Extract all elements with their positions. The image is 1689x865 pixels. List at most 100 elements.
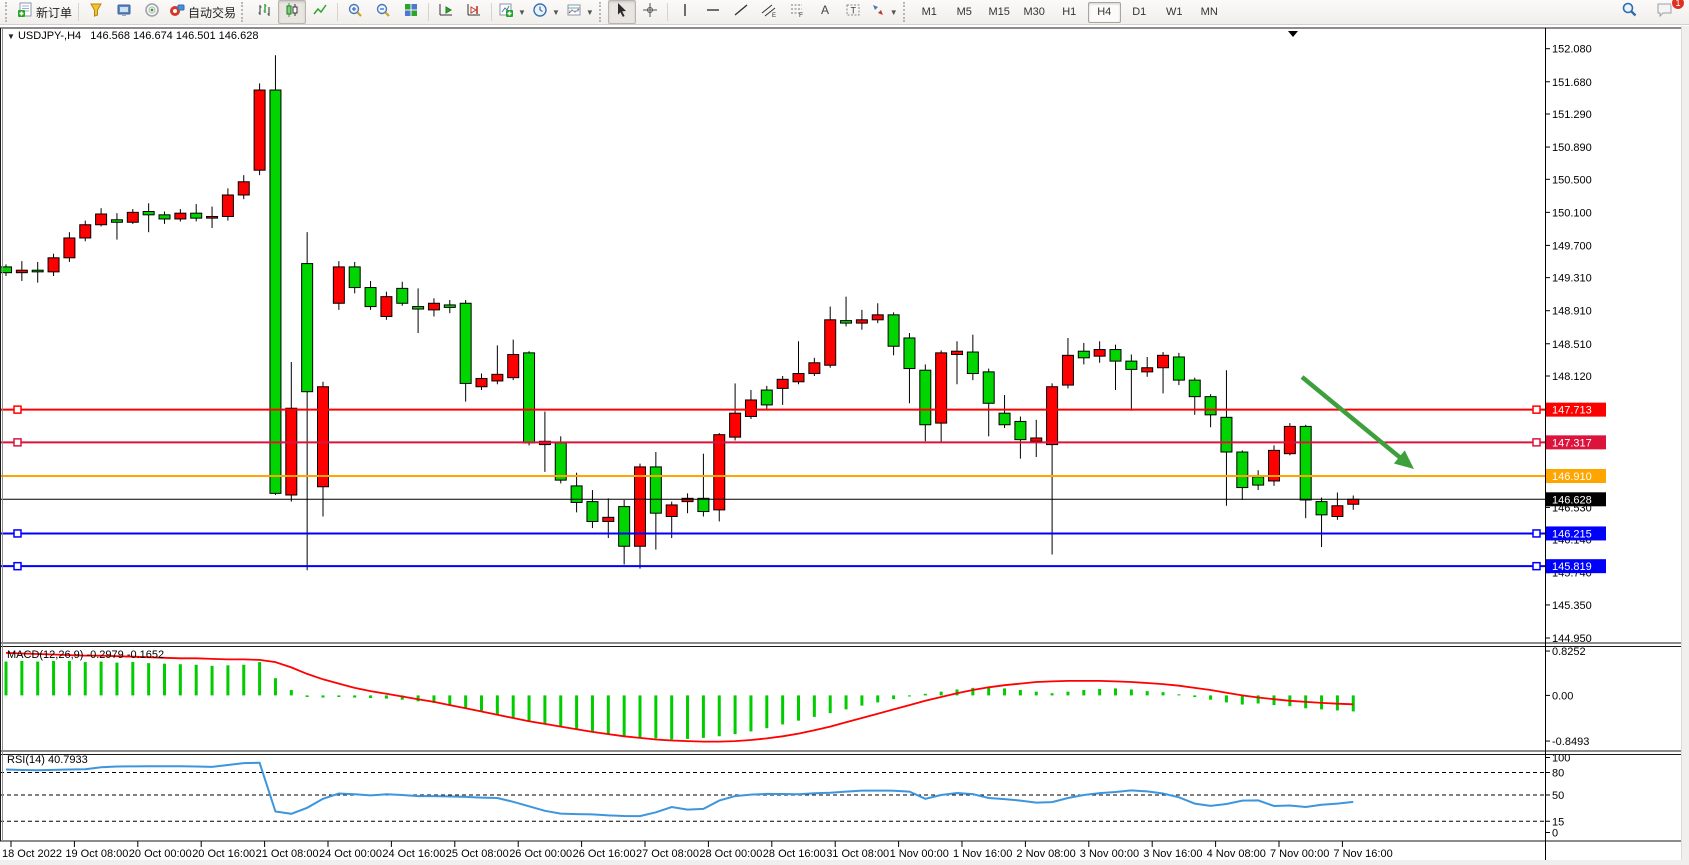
arrows-button[interactable]: ▼: [867, 0, 901, 24]
fibonacci-button[interactable]: F: [783, 0, 811, 24]
line-handle-marker[interactable]: [1533, 563, 1540, 570]
timeframe-button-h1[interactable]: H1: [1053, 2, 1086, 23]
macd-histogram-bar: [765, 695, 768, 728]
macd-histogram-bar: [654, 695, 657, 738]
periods-button[interactable]: ▼: [529, 0, 563, 24]
macd-histogram-bar: [258, 662, 261, 695]
macd-histogram-bar: [226, 665, 229, 695]
data-window-button[interactable]: [110, 0, 138, 24]
macd-histogram-bar: [639, 695, 642, 737]
crosshair-icon: [642, 2, 658, 23]
tile-windows-button[interactable]: [397, 0, 425, 24]
equidistant-channel-button[interactable]: E: [755, 0, 783, 24]
zoom-out-icon: [375, 2, 391, 23]
chart-ohlc-values: 146.568 146.674 146.501 146.628: [90, 30, 258, 42]
line-handle-marker[interactable]: [1533, 530, 1540, 537]
dropdown-caret-icon: ▼: [586, 8, 594, 17]
cursor-button[interactable]: [608, 0, 636, 24]
notifications-button[interactable]: 1: [1651, 0, 1679, 24]
auto-scroll-button[interactable]: [460, 0, 488, 24]
macd-histogram-bar: [908, 695, 911, 696]
macd-histogram-bar: [718, 695, 721, 736]
candle-body: [96, 214, 107, 225]
macd-histogram-bar: [36, 662, 39, 696]
macd-histogram-bar: [480, 695, 483, 711]
price-level-badge-label: 146.910: [1552, 471, 1592, 483]
time-axis-label: 7 Nov 00:00: [1270, 848, 1329, 860]
toolbar-drag-handle[interactable]: [5, 2, 12, 22]
timeframe-button-m15[interactable]: M15: [983, 2, 1016, 23]
macd-histogram-bar: [591, 695, 594, 731]
crosshair-button[interactable]: [636, 0, 664, 24]
candle-body: [888, 315, 899, 346]
signals-button[interactable]: [138, 0, 166, 24]
candle-body: [492, 374, 503, 381]
line-handle-marker[interactable]: [1533, 406, 1540, 413]
price-axis-tick-label: 151.680: [1552, 77, 1592, 89]
add-indicator-button[interactable]: ▼: [495, 0, 529, 24]
macd-histogram-bar: [623, 695, 626, 735]
timeframe-button-m1[interactable]: M1: [913, 2, 946, 23]
candle-body: [191, 213, 202, 218]
scroll-to-end-button[interactable]: [432, 0, 460, 24]
new-order-button[interactable]: 新订单: [14, 0, 75, 24]
new-order-icon: [17, 2, 33, 23]
text-button[interactable]: A: [811, 0, 839, 24]
candle-body: [904, 338, 915, 369]
candle-body: [983, 372, 994, 403]
line-handle-marker[interactable]: [14, 439, 21, 446]
time-axis-label: 24 Oct 00:00: [319, 848, 382, 860]
line-handle-marker[interactable]: [14, 530, 21, 537]
candle-body: [111, 220, 122, 222]
macd-histogram-bar: [1241, 695, 1244, 704]
zoom-in-button[interactable]: [341, 0, 369, 24]
candlestick-chart-button[interactable]: [278, 0, 306, 24]
toolbar-drag-handle[interactable]: [599, 2, 606, 22]
price-level-badge-label: 146.215: [1552, 528, 1592, 540]
candle-body: [365, 288, 376, 307]
fibonacci-icon: F: [789, 2, 805, 23]
candle-body: [1110, 350, 1121, 362]
svg-text:E: E: [772, 13, 776, 18]
line-handle-marker[interactable]: [1533, 439, 1540, 446]
zoom-in-icon: [347, 2, 363, 23]
line-handle-marker[interactable]: [14, 563, 21, 570]
toolbar-drag-handle[interactable]: [903, 2, 910, 22]
vertical-line-button[interactable]: [671, 0, 699, 24]
line-handle-marker[interactable]: [14, 406, 21, 413]
chart-canvas[interactable]: 152.080151.680151.290150.890150.500150.1…: [0, 26, 1689, 865]
scroll-to-end-icon: [438, 2, 454, 23]
timeframe-button-d1[interactable]: D1: [1123, 2, 1156, 23]
search-button[interactable]: [1615, 0, 1643, 24]
toolbar-drag-handle[interactable]: [241, 2, 248, 22]
cursor-icon: [614, 2, 630, 23]
timeframe-button-m30[interactable]: M30: [1018, 2, 1051, 23]
vertical-line-icon: [678, 2, 692, 23]
svg-text:A: A: [821, 3, 829, 17]
price-axis-tick-label: 149.700: [1552, 240, 1592, 252]
clock-icon: [532, 2, 548, 23]
collapse-triangle-icon[interactable]: ▼: [7, 32, 15, 41]
price-axis-tick-label: 151.290: [1552, 109, 1592, 121]
macd-histogram-bar: [781, 695, 784, 724]
bar-chart-button[interactable]: [250, 0, 278, 24]
trendline-button[interactable]: [727, 0, 755, 24]
timeframe-button-m5[interactable]: M5: [948, 2, 981, 23]
market-watch-button[interactable]: [82, 0, 110, 24]
timeframe-button-h4[interactable]: H4: [1088, 2, 1121, 23]
arrows-icon: [870, 2, 886, 23]
bar-chart-icon: [256, 2, 272, 23]
macd-histogram-bar: [1035, 692, 1038, 696]
horizontal-line-button[interactable]: [699, 0, 727, 24]
candle-body: [254, 90, 265, 170]
macd-histogram-bar: [575, 695, 578, 729]
text-label-button[interactable]: T: [839, 0, 867, 24]
autotrading-button[interactable]: 自动交易: [166, 0, 239, 24]
timeframe-button-w1[interactable]: W1: [1158, 2, 1191, 23]
timeframe-button-mn[interactable]: MN: [1193, 2, 1226, 23]
chart-background: [0, 26, 1689, 865]
zoom-out-button[interactable]: [369, 0, 397, 24]
templates-button[interactable]: ▼: [563, 0, 597, 24]
macd-histogram-bar: [1162, 692, 1165, 695]
line-chart-button[interactable]: [306, 0, 334, 24]
